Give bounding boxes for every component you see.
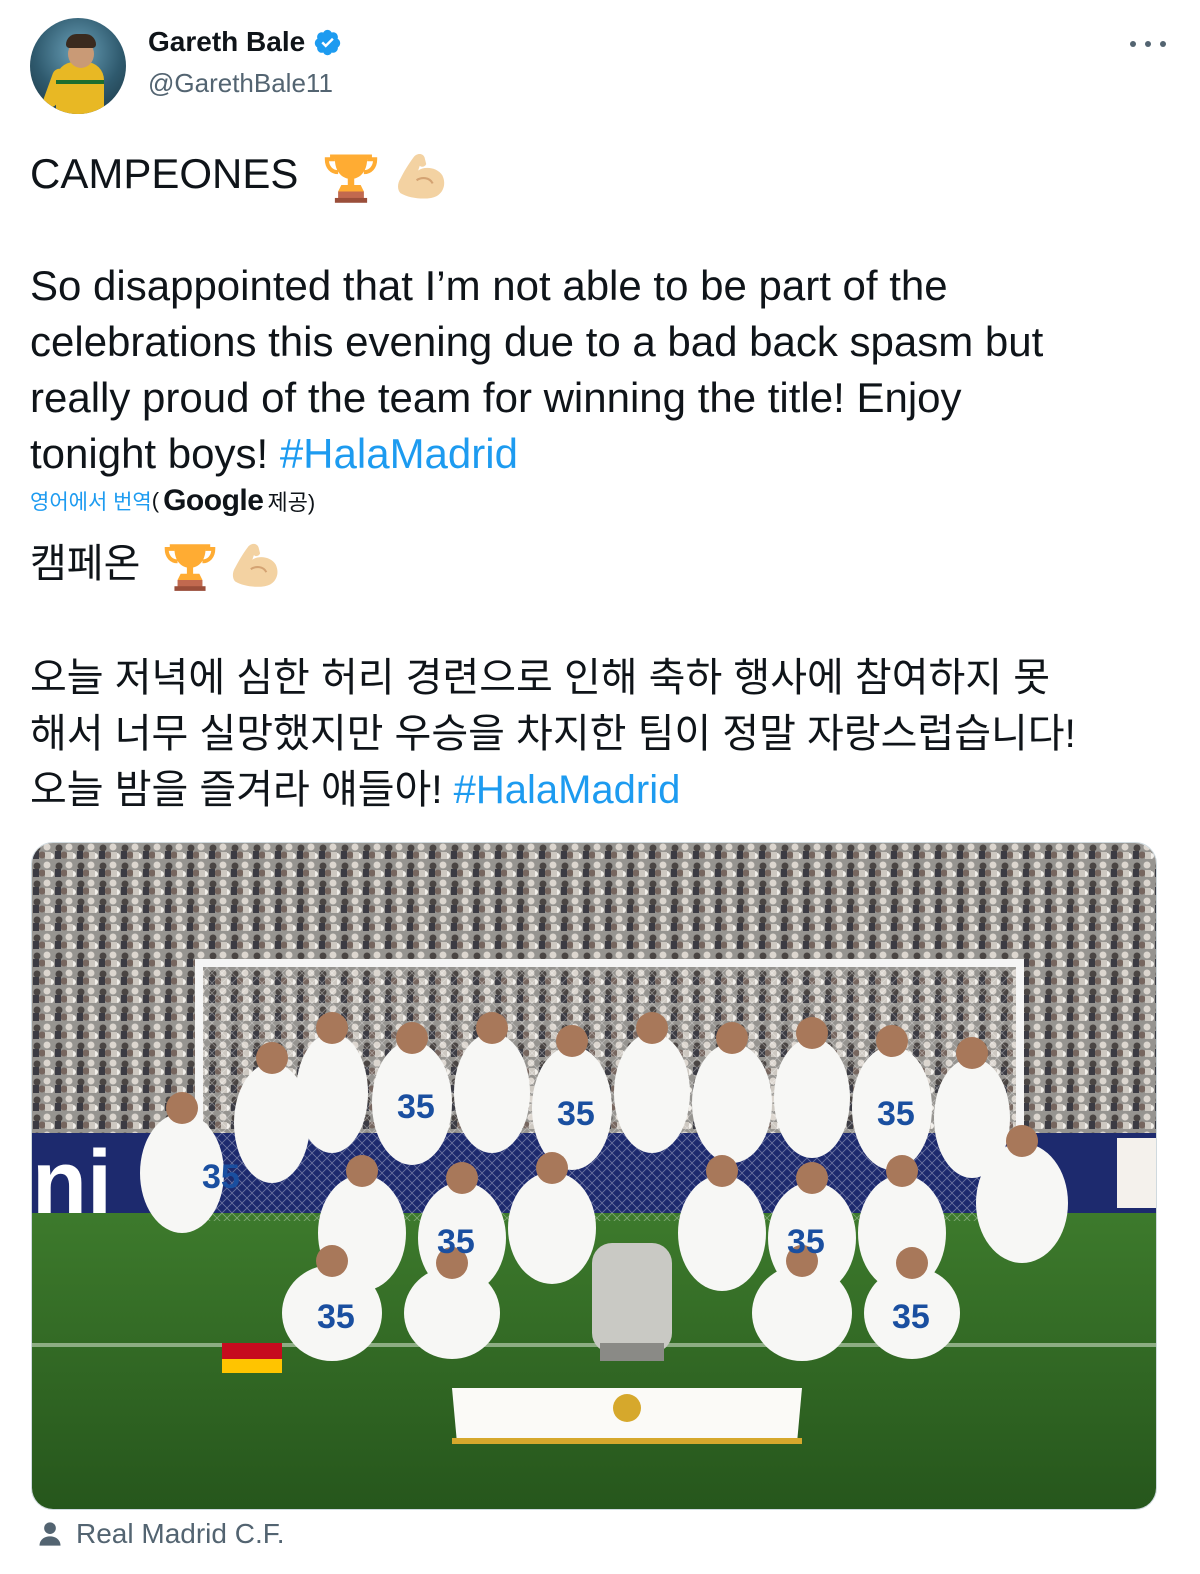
translated-campeones: 캠페온 (30, 542, 141, 586)
tweet: Gareth Bale @GarethBale11 CAMPEONES So d… (0, 0, 1200, 1574)
trophy-icon (324, 154, 378, 203)
svg-text:35: 35 (557, 1095, 595, 1133)
svg-text:35: 35 (877, 1095, 915, 1133)
translated-line-1: 캠페온 (30, 536, 1170, 594)
tweet-line-2: So disappointed that I’m not able to be … (30, 262, 948, 309)
tweet-line-5: tonight boys! #HalaMadrid (30, 426, 1170, 482)
media-credit[interactable]: Real Madrid C.F. (36, 1518, 285, 1550)
svg-text:35: 35 (317, 1298, 355, 1336)
translation-provider-suffix: 제공) (267, 490, 316, 515)
team-celebration-photo: ni 35 35 3535 3535 3535 (32, 843, 1156, 1509)
translated-line-4-text: 오늘 밤을 즐겨라 얘들아! (30, 768, 454, 812)
avatar-jersey (56, 62, 104, 114)
flexed-biceps-icon (397, 153, 444, 199)
avatar-hair (66, 34, 96, 48)
more-options-icon[interactable] (1130, 34, 1166, 54)
avatar-jersey-stripe (56, 80, 104, 84)
svg-text:35: 35 (202, 1158, 240, 1196)
trophy-icon (164, 544, 215, 592)
translation-open-paren: ( (151, 488, 160, 513)
translation-attribution: 영어에서 번역 ( Google 제공) (30, 484, 315, 518)
flexed-biceps-icon (232, 544, 278, 588)
author-handle[interactable]: @GarethBale11 (148, 68, 333, 99)
tweet-photo[interactable]: ni 35 35 35 35 35 35 35 35 (31, 842, 1157, 1510)
translated-text: 캠페온 (30, 536, 1170, 594)
author-name-row: Gareth Bale (148, 26, 342, 58)
svg-text:35: 35 (397, 1088, 435, 1126)
tweet-text: CAMPEONES (30, 146, 1170, 206)
tweet-campeones: CAMPEONES (30, 150, 299, 197)
svg-text:35: 35 (787, 1223, 825, 1261)
tweet-line-3: celebrations this evening due to a bad b… (30, 318, 1044, 365)
translated-hashtag-link[interactable]: #HalaMadrid (454, 768, 681, 812)
tweet-line-5-text: tonight boys! (30, 430, 280, 477)
tweet-line-4: really proud of the team for winning the… (30, 374, 962, 421)
translated-line-4: 오늘 밤을 즐겨라 얘들아! #HalaMadrid (30, 762, 1170, 818)
svg-text:35: 35 (892, 1298, 930, 1336)
svg-text:35: 35 (437, 1223, 475, 1261)
author-avatar[interactable] (30, 18, 126, 114)
google-logo: Google (163, 484, 264, 517)
verified-badge-icon (314, 29, 341, 55)
person-icon (39, 1522, 61, 1546)
translated-line-3: 해서 너무 실망했지만 우승을 차지한 팀이 정말 자랑스럽습니다! (30, 712, 1076, 756)
tweet-line-1: CAMPEONES (30, 146, 1170, 206)
hashtag-link[interactable]: #HalaMadrid (280, 430, 518, 477)
tweet-body: So disappointed that I’m not able to be … (30, 258, 1170, 482)
translated-line-2: 오늘 저녁에 심한 허리 경련으로 인해 축하 행사에 참여하지 못 (30, 656, 1051, 700)
media-credit-label: Real Madrid C.F. (76, 1518, 285, 1549)
translated-from-link[interactable]: 영어에서 번역 (30, 486, 152, 516)
author-display-name[interactable]: Gareth Bale (148, 26, 305, 58)
translated-body: 오늘 저녁에 심한 허리 경련으로 인해 축하 행사에 참여하지 못 해서 너무… (30, 650, 1170, 818)
